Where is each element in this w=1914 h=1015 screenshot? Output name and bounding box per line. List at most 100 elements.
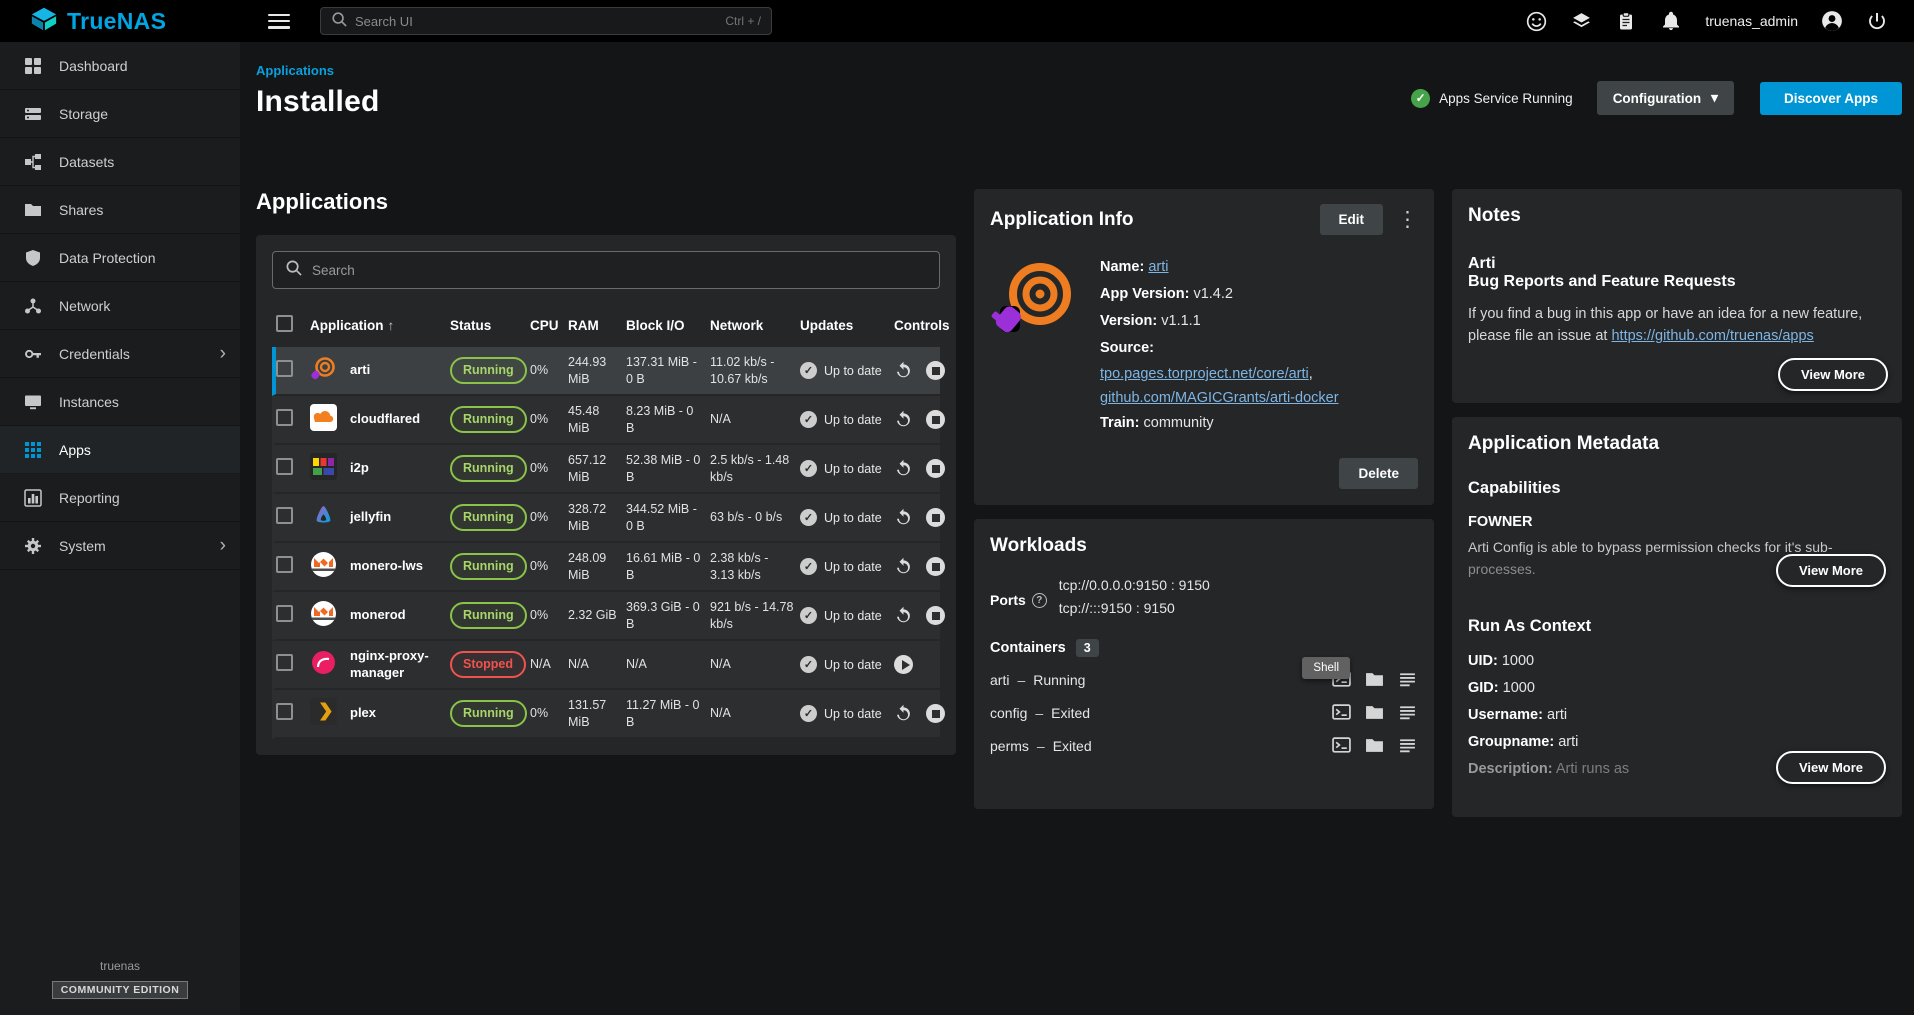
table-search-input[interactable] (312, 263, 927, 278)
jobs-clipboard-icon[interactable] (1615, 10, 1637, 32)
row-controls (894, 700, 951, 727)
sidebar-item-system[interactable]: System› (0, 522, 240, 570)
restart-button[interactable] (894, 508, 913, 527)
container-state: Exited (1051, 705, 1090, 721)
restart-button[interactable] (894, 361, 913, 380)
restart-button[interactable] (894, 459, 913, 478)
stop-button[interactable] (926, 361, 945, 380)
sidebar-item-datasets[interactable]: Datasets (0, 138, 240, 186)
stop-button[interactable] (926, 508, 945, 527)
container-logs-button[interactable] (1398, 703, 1418, 723)
container-shell-button[interactable] (1332, 736, 1352, 756)
app-name-link[interactable]: arti (1148, 259, 1168, 275)
network-value: 921 b/s - 14.78 kb/s (710, 595, 800, 636)
notes-view-more-button[interactable]: View More (1778, 358, 1888, 391)
restart-button[interactable] (894, 606, 913, 625)
chevron-right-icon: › (220, 344, 226, 363)
row-checkbox[interactable] (276, 654, 293, 671)
column-ram[interactable]: RAM (568, 318, 626, 333)
chevron-right-icon: › (220, 536, 226, 555)
edit-button[interactable]: Edit (1320, 204, 1384, 235)
sidebar-item-storage[interactable]: Storage (0, 90, 240, 138)
application-metadata-card: Application Metadata Capabilities FOWNER… (1452, 417, 1902, 817)
column-cpu[interactable]: CPU (530, 318, 568, 333)
row-checkbox[interactable] (276, 409, 293, 426)
block-io-value: 344.52 MiB - 0 B (626, 497, 710, 538)
table-search (272, 251, 940, 289)
stop-button[interactable] (926, 557, 945, 576)
feedback-smiley-icon[interactable] (1525, 10, 1547, 32)
menu-hamburger-icon[interactable] (268, 14, 290, 29)
restart-button[interactable] (894, 410, 913, 429)
sidebar-item-network[interactable]: Network (0, 282, 240, 330)
user-avatar-icon[interactable] (1821, 10, 1843, 32)
update-status: ✓Up to date (800, 705, 882, 722)
row-checkbox[interactable] (276, 556, 293, 573)
row-checkbox[interactable] (276, 605, 293, 622)
source-link-torproject[interactable]: tpo.pages.torproject.net/core/arti (1100, 366, 1309, 382)
app-row-nginx-proxy-manager[interactable]: nginx-proxy-managerStoppedN/AN/AN/AN/A✓U… (272, 641, 940, 690)
container-volumes-button[interactable] (1365, 703, 1385, 723)
row-checkbox[interactable] (276, 703, 293, 720)
sidebar-item-label: Datasets (59, 154, 114, 170)
select-all-checkbox[interactable] (276, 315, 293, 332)
kebab-menu-icon[interactable]: ⋮ (1397, 209, 1418, 230)
app-row-arti[interactable]: artiRunning0%244.93 MiB137.31 MiB - 0 B1… (272, 347, 940, 396)
sidebar-item-dashboard[interactable]: Dashboard (0, 42, 240, 90)
sidebar-item-credentials[interactable]: Credentials› (0, 330, 240, 378)
row-checkbox[interactable] (276, 360, 293, 377)
block-io-value: 137.31 MiB - 0 B (626, 350, 710, 391)
apps-layers-icon[interactable] (1570, 10, 1592, 32)
breadcrumb[interactable]: Applications (256, 63, 334, 78)
sidebar-product-label: truenas (0, 959, 240, 973)
status-badge: Running (450, 357, 527, 383)
sidebar-item-shares[interactable]: Shares (0, 186, 240, 234)
container-volumes-button[interactable] (1365, 670, 1385, 690)
column-status[interactable]: Status (450, 318, 530, 333)
caret-down-icon: ▾ (1711, 90, 1718, 106)
container-volumes-button[interactable] (1365, 736, 1385, 756)
notifications-bell-icon[interactable] (1660, 10, 1682, 32)
app-row-i2p[interactable]: i2pRunning0%657.12 MiB52.38 MiB - 0 B2.5… (272, 445, 940, 494)
app-row-monerod[interactable]: monerodRunning0%2.32 GiB369.3 GiB - 0 B9… (272, 592, 940, 641)
global-search-input[interactable] (355, 14, 717, 29)
source-link-github[interactable]: github.com/MAGICGrants/arti-docker (1100, 390, 1339, 406)
configuration-button[interactable]: Configuration ▾ (1597, 81, 1734, 115)
check-icon: ✓ (800, 362, 817, 379)
column-network[interactable]: Network (710, 318, 800, 333)
runas-view-more-button[interactable]: View More (1776, 751, 1886, 784)
sidebar-item-instances[interactable]: Instances (0, 378, 240, 426)
capabilities-view-more-button[interactable]: View More (1776, 554, 1886, 587)
column-block-io[interactable]: Block I/O (626, 318, 710, 333)
help-icon[interactable]: ? (1032, 593, 1047, 608)
sidebar-footer: truenas COMMUNITY EDITION (0, 959, 240, 999)
start-button[interactable] (894, 655, 913, 674)
app-row-plex[interactable]: plexRunning0%131.57 MiB11.27 MiB - 0 BN/… (272, 690, 940, 739)
stop-button[interactable] (926, 459, 945, 478)
stop-button[interactable] (926, 410, 945, 429)
sidebar-item-data-protection[interactable]: Data Protection (0, 234, 240, 282)
discover-apps-button[interactable]: Discover Apps (1760, 82, 1902, 115)
stop-button[interactable] (926, 606, 945, 625)
container-logs-button[interactable] (1398, 670, 1418, 690)
issues-link[interactable]: https://github.com/truenas/apps (1611, 328, 1813, 344)
app-row-cloudflared[interactable]: cloudflaredRunning0%45.48 MiB8.23 MiB - … (272, 396, 940, 445)
cpu-value: N/A (530, 652, 568, 676)
sidebar-item-apps[interactable]: Apps (0, 426, 240, 474)
ram-value: 328.72 MiB (568, 497, 626, 538)
row-checkbox[interactable] (276, 458, 293, 475)
container-shell-button[interactable] (1332, 703, 1352, 723)
column-updates[interactable]: Updates (800, 318, 894, 333)
app-name: nginx-proxy-manager (350, 644, 450, 686)
container-logs-button[interactable] (1398, 736, 1418, 756)
row-checkbox[interactable] (276, 507, 293, 524)
sidebar-item-reporting[interactable]: Reporting (0, 474, 240, 522)
restart-button[interactable] (894, 704, 913, 723)
power-icon[interactable] (1866, 10, 1888, 32)
app-row-monero-lws[interactable]: monero-lwsRunning0%248.09 MiB16.61 MiB -… (272, 543, 940, 592)
column-application[interactable]: Application↑ (310, 318, 450, 333)
app-row-jellyfin[interactable]: jellyfinRunning0%328.72 MiB344.52 MiB - … (272, 494, 940, 543)
stop-button[interactable] (926, 704, 945, 723)
restart-button[interactable] (894, 557, 913, 576)
delete-button[interactable]: Delete (1339, 458, 1418, 489)
